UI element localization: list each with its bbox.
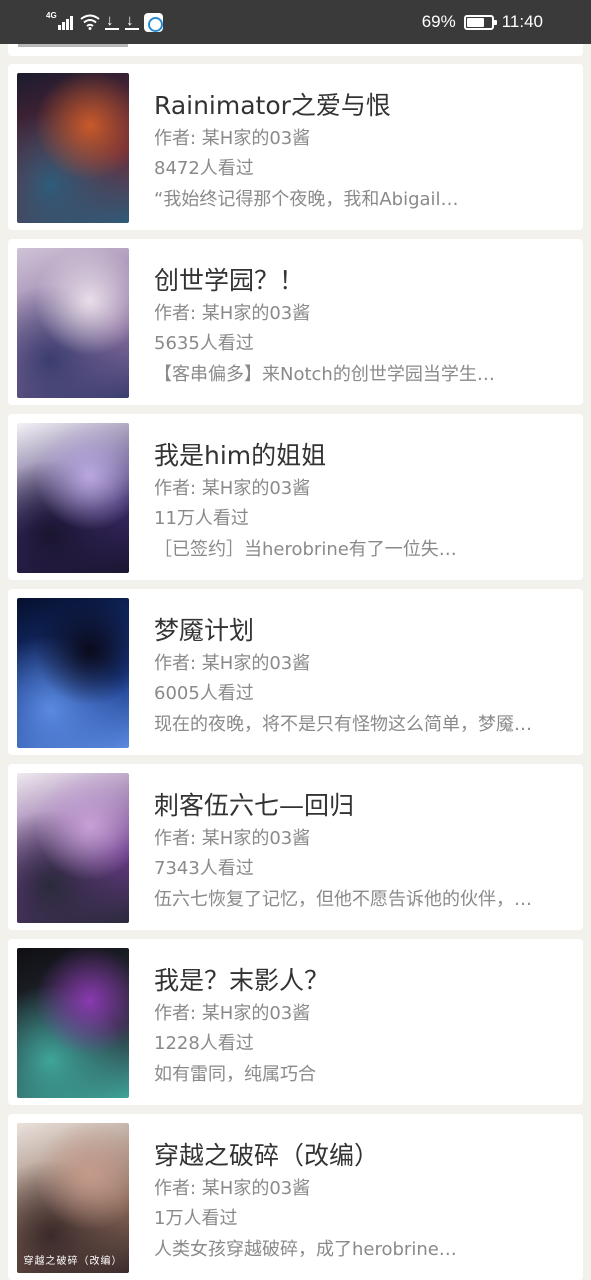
previous-book-cover xyxy=(18,44,128,47)
book-card[interactable]: 梦魇计划 作者: 某H家的03酱 6005人看过 现在的夜晚，将不是只有怪物这么… xyxy=(8,589,583,755)
wifi-icon xyxy=(80,14,100,30)
status-left-icons: 4G ↓ ↓ xyxy=(46,11,163,32)
book-description: 如有雷同，纯属巧合 xyxy=(154,1064,316,1085)
cover-title-text: 穿越之破碎（改编） xyxy=(23,1256,123,1267)
network-type-label: 4G xyxy=(46,11,57,20)
book-description: 伍六七恢复了记忆，但他不愿告诉他的伙伴，… xyxy=(154,889,532,910)
battery-icon xyxy=(463,14,497,30)
status-right: 69% 11:40 xyxy=(422,12,543,32)
book-cover xyxy=(17,423,129,573)
book-author: 作者: 某H家的03酱 xyxy=(154,303,311,324)
book-description: “我始终记得那个夜晚，我和Abigail… xyxy=(154,189,459,210)
book-title: 创世学园？！ xyxy=(154,266,305,295)
app-notification-icon xyxy=(144,12,163,32)
battery-percent: 69% xyxy=(421,12,456,31)
download-icon: ↓ xyxy=(124,13,140,30)
book-cover xyxy=(17,598,129,748)
book-view-count: 6005人看过 xyxy=(154,683,254,704)
book-cover xyxy=(17,773,129,923)
book-card[interactable]: Rainimator之爱与恨 作者: 某H家的03酱 8472人看过 “我始终记… xyxy=(8,64,583,230)
book-view-count: 7343人看过 xyxy=(154,858,254,879)
book-description: 【客串偏多】来Notch的创世学园当学生… xyxy=(154,364,495,385)
book-view-count: 5635人看过 xyxy=(154,333,254,354)
book-author: 作者: 某H家的03酱 xyxy=(154,128,311,149)
download-icon: ↓ xyxy=(104,13,120,30)
book-card[interactable]: 我是？末影人？ 作者: 某H家的03酱 1228人看过 如有雷同，纯属巧合 xyxy=(8,939,583,1105)
clock: 11:40 xyxy=(501,12,543,31)
book-title: 梦魇计划 xyxy=(154,616,255,645)
book-card[interactable]: 穿越之破碎（改编） 穿越之破碎（改编） 作者: 某H家的03酱 1万人看过 人类… xyxy=(8,1114,583,1280)
book-description: ［已签约］当herobrine有了一位失… xyxy=(154,539,457,560)
previous-book-card[interactable] xyxy=(8,44,583,56)
book-title: 穿越之破碎（改编） xyxy=(154,1141,380,1170)
book-description: 人类女孩穿越破碎，成了herobrine… xyxy=(154,1239,457,1260)
book-cover xyxy=(17,948,129,1098)
status-bar: 4G ↓ ↓ 69% 11:40 xyxy=(0,0,591,44)
book-cover: 穿越之破碎（改编） xyxy=(17,1123,129,1273)
book-view-count: 1万人看过 xyxy=(154,1208,238,1229)
book-title: 我是？末影人？ xyxy=(154,966,330,995)
book-title: 我是him的姐姐 xyxy=(154,441,327,470)
book-description: 现在的夜晚，将不是只有怪物这么简单，梦魇… xyxy=(154,714,532,735)
book-view-count: 1228人看过 xyxy=(154,1033,254,1054)
book-author: 作者: 某H家的03酱 xyxy=(154,653,311,674)
book-author: 作者: 某H家的03酱 xyxy=(154,1178,311,1199)
book-view-count: 11万人看过 xyxy=(154,508,249,529)
book-author: 作者: 某H家的03酱 xyxy=(154,828,311,849)
book-cover xyxy=(17,73,129,223)
book-title: 刺客伍六七—回归 xyxy=(154,791,355,820)
book-title: Rainimator之爱与恨 xyxy=(154,91,391,120)
book-cover xyxy=(17,248,129,398)
cellular-signal-icon: 4G xyxy=(46,11,76,31)
book-view-count: 8472人看过 xyxy=(154,158,254,179)
book-card[interactable]: 我是him的姐姐 作者: 某H家的03酱 11万人看过 ［已签约］当herobr… xyxy=(8,414,583,580)
book-card[interactable]: 刺客伍六七—回归 作者: 某H家的03酱 7343人看过 伍六七恢复了记忆，但他… xyxy=(8,764,583,930)
book-author: 作者: 某H家的03酱 xyxy=(154,1003,311,1024)
book-author: 作者: 某H家的03酱 xyxy=(154,478,311,499)
book-card[interactable]: 创世学园？！ 作者: 某H家的03酱 5635人看过 【客串偏多】来Notch的… xyxy=(8,239,583,405)
